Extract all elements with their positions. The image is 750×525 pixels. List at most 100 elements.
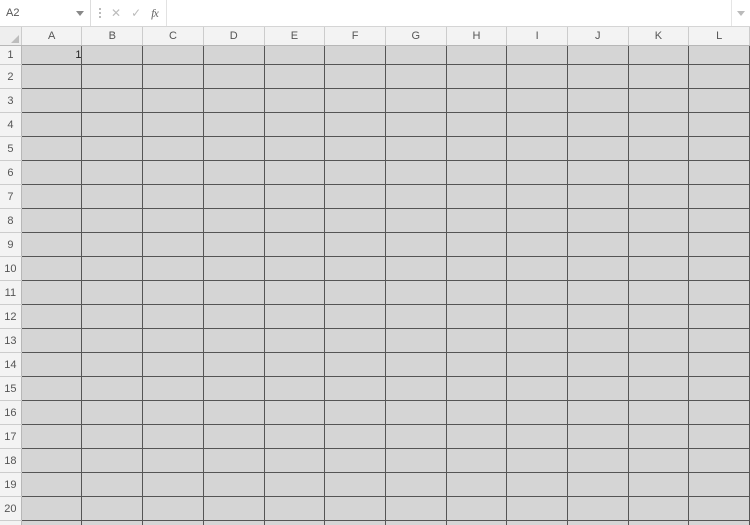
cell-J6[interactable] [567, 161, 628, 185]
cell-K20[interactable] [628, 497, 689, 521]
cell-J10[interactable] [567, 257, 628, 281]
cell-A8[interactable] [21, 209, 82, 233]
cell-K1[interactable] [628, 46, 689, 65]
cell-I7[interactable] [507, 185, 568, 209]
cell-H8[interactable] [446, 209, 507, 233]
cell-J19[interactable] [567, 473, 628, 497]
cell-B2[interactable] [82, 65, 143, 89]
column-header-G[interactable]: G [385, 27, 446, 46]
cell-J18[interactable] [567, 449, 628, 473]
cell-K4[interactable] [628, 113, 689, 137]
cell-H6[interactable] [446, 161, 507, 185]
row-header-14[interactable]: 14 [0, 353, 21, 377]
cell-B16[interactable] [82, 401, 143, 425]
cell-L9[interactable] [689, 233, 750, 257]
cell-H5[interactable] [446, 137, 507, 161]
cell-D7[interactable] [203, 185, 264, 209]
cell-F11[interactable] [325, 281, 386, 305]
cell-I5[interactable] [507, 137, 568, 161]
cell-L19[interactable] [689, 473, 750, 497]
formula-bar-expand[interactable] [731, 0, 750, 26]
cell-L7[interactable] [689, 185, 750, 209]
cell-B5[interactable] [82, 137, 143, 161]
cell-L18[interactable] [689, 449, 750, 473]
cell-G1[interactable] [385, 46, 446, 65]
cell-J12[interactable] [567, 305, 628, 329]
cell-H17[interactable] [446, 425, 507, 449]
cell-K7[interactable] [628, 185, 689, 209]
cell-C21[interactable] [143, 521, 204, 525]
cell-K15[interactable] [628, 377, 689, 401]
cell-I10[interactable] [507, 257, 568, 281]
row-header-3[interactable]: 3 [0, 89, 21, 113]
cell-J21[interactable] [567, 521, 628, 525]
column-header-C[interactable]: C [143, 27, 204, 46]
formula-input[interactable] [167, 0, 731, 26]
cell-L5[interactable] [689, 137, 750, 161]
row-header-18[interactable]: 18 [0, 449, 21, 473]
column-header-A[interactable]: A [21, 27, 82, 46]
row-header-20[interactable]: 20 [0, 497, 21, 521]
cell-I9[interactable] [507, 233, 568, 257]
cell-E10[interactable] [264, 257, 325, 281]
cell-B21[interactable] [82, 521, 143, 525]
cell-E4[interactable] [264, 113, 325, 137]
cell-B14[interactable] [82, 353, 143, 377]
cell-B10[interactable] [82, 257, 143, 281]
cell-G19[interactable] [385, 473, 446, 497]
cell-J14[interactable] [567, 353, 628, 377]
row-header-13[interactable]: 13 [0, 329, 21, 353]
cell-I16[interactable] [507, 401, 568, 425]
cell-C19[interactable] [143, 473, 204, 497]
cell-D6[interactable] [203, 161, 264, 185]
cell-K14[interactable] [628, 353, 689, 377]
cell-E18[interactable] [264, 449, 325, 473]
cell-B1[interactable] [82, 46, 143, 65]
cell-I12[interactable] [507, 305, 568, 329]
cell-B13[interactable] [82, 329, 143, 353]
cell-F6[interactable] [325, 161, 386, 185]
cell-A20[interactable] [21, 497, 82, 521]
cell-G15[interactable] [385, 377, 446, 401]
cell-A18[interactable] [21, 449, 82, 473]
cell-E21[interactable] [264, 521, 325, 525]
cell-H11[interactable] [446, 281, 507, 305]
cell-A19[interactable] [21, 473, 82, 497]
select-all-corner[interactable] [0, 27, 21, 46]
row-header-7[interactable]: 7 [0, 185, 21, 209]
cell-H13[interactable] [446, 329, 507, 353]
cell-I3[interactable] [507, 89, 568, 113]
cell-G6[interactable] [385, 161, 446, 185]
cell-L11[interactable] [689, 281, 750, 305]
cell-K8[interactable] [628, 209, 689, 233]
cell-C16[interactable] [143, 401, 204, 425]
cell-I8[interactable] [507, 209, 568, 233]
cell-J17[interactable] [567, 425, 628, 449]
cell-E13[interactable] [264, 329, 325, 353]
row-header-2[interactable]: 2 [0, 65, 21, 89]
cell-A14[interactable] [21, 353, 82, 377]
cell-F17[interactable] [325, 425, 386, 449]
cell-G21[interactable] [385, 521, 446, 525]
row-header-10[interactable]: 10 [0, 257, 21, 281]
cell-I15[interactable] [507, 377, 568, 401]
cell-J3[interactable] [567, 89, 628, 113]
column-header-L[interactable]: L [689, 27, 750, 46]
cell-D18[interactable] [203, 449, 264, 473]
column-header-J[interactable]: J [567, 27, 628, 46]
cell-D14[interactable] [203, 353, 264, 377]
cell-A11[interactable] [21, 281, 82, 305]
cell-I2[interactable] [507, 65, 568, 89]
cell-B12[interactable] [82, 305, 143, 329]
row-header-6[interactable]: 6 [0, 161, 21, 185]
cell-F21[interactable] [325, 521, 386, 525]
cell-L10[interactable] [689, 257, 750, 281]
column-header-D[interactable]: D [203, 27, 264, 46]
cell-E1[interactable] [264, 46, 325, 65]
cell-E15[interactable] [264, 377, 325, 401]
cell-F18[interactable] [325, 449, 386, 473]
cell-G5[interactable] [385, 137, 446, 161]
cell-L8[interactable] [689, 209, 750, 233]
cell-L20[interactable] [689, 497, 750, 521]
row-header-15[interactable]: 15 [0, 377, 21, 401]
